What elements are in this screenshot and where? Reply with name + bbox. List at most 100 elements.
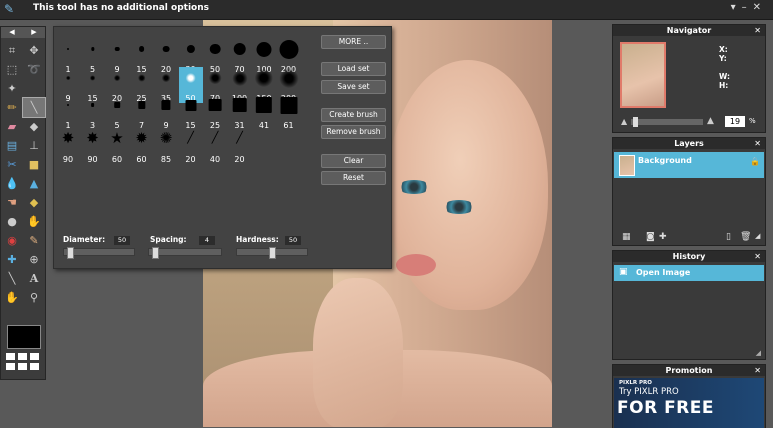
lasso-tool[interactable]: ➰	[23, 60, 45, 79]
remove-brush-button[interactable]: Remove brush	[321, 125, 386, 139]
close-icon[interactable]: ✕	[754, 25, 761, 36]
close-icon[interactable]: ✕	[754, 138, 761, 149]
red-eye-tool[interactable]: ◉	[1, 231, 23, 250]
brush-preset[interactable]: 3	[81, 94, 105, 130]
color-replace-tool[interactable]: ✂	[1, 155, 23, 174]
spacing-slider-thumb[interactable]	[151, 247, 159, 259]
smudge-tool[interactable]: ☚	[1, 193, 23, 212]
hardness-slider-thumb[interactable]	[269, 247, 276, 259]
crop-tool[interactable]: ⌗	[1, 41, 23, 60]
save-set-button[interactable]: Save set	[321, 80, 386, 94]
zoom-in-icon[interactable]: ▲	[707, 116, 714, 126]
close-icon[interactable]: ✕	[754, 365, 761, 376]
spacing-value[interactable]: 4	[199, 236, 215, 245]
burn-tool[interactable]: ✋	[23, 212, 45, 231]
diameter-slider[interactable]	[63, 247, 135, 259]
brush-preset[interactable]: 41	[252, 94, 276, 130]
drawing-tool[interactable]: ■	[23, 155, 45, 174]
brush-preset[interactable]: 25	[203, 94, 227, 130]
gradient-tool[interactable]: ▤	[1, 136, 23, 155]
spot-heal-tool[interactable]: ✎	[23, 231, 45, 250]
brush-shape-icon	[185, 99, 196, 111]
dropdown-icon[interactable]: ▾	[731, 2, 742, 13]
hand-tool[interactable]: ✋	[1, 288, 23, 307]
brush-shape-icon	[256, 41, 272, 57]
sponge-tool[interactable]: ◆	[23, 193, 45, 212]
brush-tool[interactable]: ╲	[22, 97, 46, 118]
toolbox-header[interactable]: ◀ ▶	[1, 27, 45, 38]
sharpen-tool[interactable]: ▲	[23, 174, 45, 193]
load-set-button[interactable]: Load set	[321, 62, 386, 76]
brush-preset[interactable]: 15	[179, 94, 203, 130]
blur-tool[interactable]: 💧	[1, 174, 23, 193]
zoom-input[interactable]: 19	[725, 116, 745, 127]
pinch-tool[interactable]: ⊕	[23, 250, 45, 269]
layer-row[interactable]: Background 🔒	[614, 152, 764, 178]
zoom-slider[interactable]	[631, 117, 703, 127]
zoom-tool[interactable]: ⚲	[23, 288, 45, 307]
window-controls[interactable]: ▾–✕	[731, 2, 767, 13]
eraser-tool[interactable]: ▰	[1, 117, 23, 136]
brush-preset[interactable]: 1	[56, 94, 80, 130]
new-layer-icon[interactable]: ▯	[726, 232, 731, 242]
create-brush-button[interactable]: Create brush	[321, 108, 386, 122]
resize-grip-icon[interactable]: ◢	[755, 232, 760, 240]
options-bar: ✎ This tool has no additional options ▾–…	[0, 0, 773, 20]
collapse-left-icon[interactable]: ◀	[9, 27, 14, 38]
brush-preset[interactable]: ✹ 60	[130, 128, 154, 164]
layer-mask-icon[interactable]: ◙	[646, 232, 655, 242]
brush-preset[interactable]: ★ 60	[105, 128, 129, 164]
navigator-thumbnail[interactable]	[620, 42, 666, 108]
layer-styles-icon[interactable]: ✚	[659, 232, 667, 242]
more-button[interactable]: MORE ..	[321, 35, 386, 49]
brush-preset[interactable]: 5	[105, 94, 129, 130]
brush-preset[interactable]: ✸ 90	[56, 128, 80, 164]
promo-banner[interactable]: PIXLR PRO Try PIXLR PRO FOR FREE	[614, 378, 764, 428]
promotion-panel: Promotion ✕ PIXLR PRO Try PIXLR PRO FOR F…	[612, 364, 766, 428]
paint-bucket-tool[interactable]: ◆	[23, 117, 45, 136]
brush-preset[interactable]: 61	[277, 94, 301, 130]
spacing-slider[interactable]	[148, 247, 222, 259]
layer-settings-icon[interactable]: ▦	[622, 232, 631, 242]
navigator-panel: Navigator ✕ X: Y: W: H: ▲ ▲ 19 %	[612, 24, 766, 133]
stamp-tool[interactable]: ⊥	[23, 136, 45, 155]
resize-grip-icon[interactable]: ◢	[756, 349, 761, 357]
minimize-icon[interactable]: –	[742, 2, 753, 13]
type-tool[interactable]: A	[23, 269, 45, 288]
dodge-tool[interactable]: ●	[1, 212, 23, 231]
brush-preset[interactable]: ╱ 40	[203, 128, 227, 164]
brush-preset[interactable]: ✸ 90	[81, 128, 105, 164]
brush-preset[interactable]: ╱ 20	[179, 128, 203, 164]
color-picker-tool[interactable]: ╲	[1, 269, 23, 288]
zoom-out-icon[interactable]: ▲	[621, 117, 627, 126]
pencil-icon: ✎	[4, 2, 15, 16]
grid-icon[interactable]	[6, 353, 40, 373]
diameter-slider-thumb[interactable]	[67, 247, 75, 259]
hardness-slider[interactable]	[236, 247, 308, 259]
clear-button[interactable]: Clear	[321, 154, 386, 168]
move-tool[interactable]: ✥	[23, 41, 45, 60]
brush-preset[interactable]: ✺ 85	[154, 128, 178, 164]
diameter-value[interactable]: 50	[114, 236, 130, 245]
zoom-slider-thumb[interactable]	[633, 117, 638, 127]
marquee-tool[interactable]: ⬚	[1, 60, 23, 79]
brush-preset[interactable]: 31	[228, 94, 252, 130]
lock-icon[interactable]: 🔒	[750, 157, 760, 166]
hardness-value[interactable]: 50	[285, 236, 301, 245]
delete-layer-icon[interactable]: 🗑	[740, 232, 751, 242]
brush-preset[interactable]: 7	[130, 94, 154, 130]
history-row[interactable]: ▣ Open Image	[614, 265, 764, 281]
brush-shape-icon	[67, 104, 69, 106]
close-window-icon[interactable]: ✕	[753, 2, 767, 13]
pencil-tool[interactable]: ✏	[1, 98, 23, 117]
reset-button[interactable]: Reset	[321, 171, 386, 185]
brush-preset[interactable]: 9	[154, 94, 178, 130]
collapse-right-icon[interactable]: ▶	[31, 27, 36, 38]
bloat-tool[interactable]: ✚	[1, 250, 23, 269]
brush-preset[interactable]: ╱ 20	[228, 128, 252, 164]
color-swatch[interactable]	[7, 325, 41, 349]
close-icon[interactable]: ✕	[754, 251, 761, 262]
magic-wand-tool[interactable]: ✦	[1, 79, 23, 98]
brush-row: ✸ 90 ✸ 90 ★ 60 ✹ 60 ✺ 85 ╱ 20 ╱ 40 ╱ 20	[54, 128, 309, 164]
brush-shape-icon	[209, 43, 221, 55]
